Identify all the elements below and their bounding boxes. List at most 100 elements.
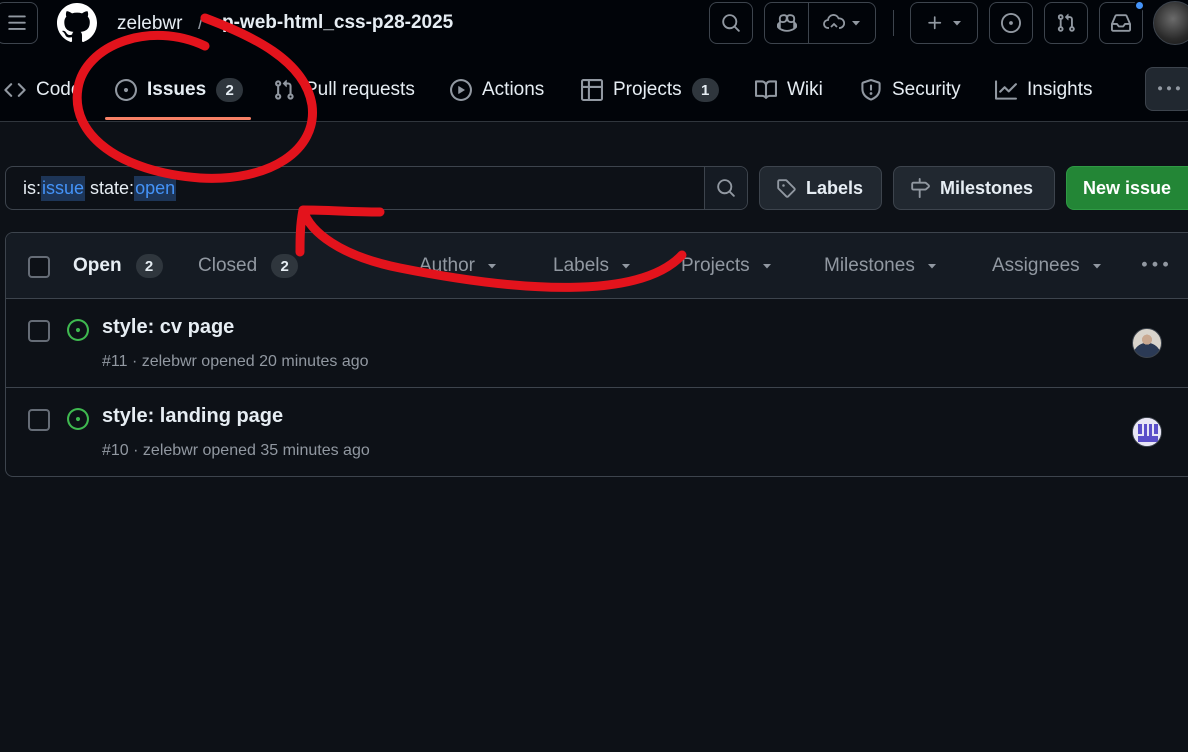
open-label: Open	[73, 255, 122, 276]
global-search-button[interactable]	[709, 2, 753, 44]
assignee-avatar[interactable]	[1132, 417, 1162, 447]
open-issues-filter[interactable]: Open 2	[73, 254, 163, 278]
button-label: Milestones	[940, 177, 1034, 198]
labels-filter[interactable]: Labels	[553, 255, 631, 277]
kebab-horizontal-icon	[1142, 261, 1168, 267]
tab-projects[interactable]: Projects 1	[581, 70, 719, 110]
repo-header: zelebwr / p-web-html_css-p28-2025 Code I…	[0, 0, 1188, 122]
tab-label: Actions	[482, 79, 545, 100]
issue-checkbox[interactable]	[28, 409, 50, 431]
projects-counter: 1	[691, 78, 719, 102]
filter-label: Projects	[681, 255, 750, 276]
open-count: 2	[135, 254, 163, 278]
issues-search-input[interactable]: is: issue state: open	[5, 166, 748, 210]
chevron-down-icon	[927, 264, 936, 269]
closed-issues-filter[interactable]: Closed 2	[198, 254, 299, 278]
labels-button[interactable]: Labels	[759, 166, 882, 210]
tab-label: Code	[36, 79, 82, 100]
tab-wiki[interactable]: Wiki	[755, 70, 823, 110]
milestones-filter[interactable]: Milestones	[824, 255, 937, 277]
tab-security[interactable]: Security	[860, 70, 961, 110]
unread-indicator	[1134, 0, 1145, 11]
git-pull-request-icon	[275, 79, 294, 100]
assignee-avatar[interactable]	[1132, 328, 1162, 358]
query-qualifier: state:	[85, 177, 135, 198]
menu-button[interactable]	[0, 2, 38, 44]
copilot-menu-button[interactable]	[809, 3, 875, 43]
new-issue-button[interactable]: New issue	[1066, 166, 1188, 210]
more-tabs-button[interactable]	[1145, 67, 1188, 111]
tab-label: Insights	[1027, 79, 1093, 100]
closed-label: Closed	[198, 255, 258, 276]
query-value: issue	[41, 175, 86, 201]
table-icon	[581, 79, 603, 101]
tab-insights[interactable]: Insights	[995, 70, 1092, 110]
issue-opened-icon	[1001, 13, 1021, 33]
issue-opened-icon	[115, 79, 137, 101]
kebab-horizontal-icon	[1158, 86, 1180, 91]
author-filter[interactable]: Author	[419, 255, 497, 277]
assignees-filter[interactable]: Assignees	[992, 255, 1102, 277]
copilot-button[interactable]	[765, 3, 809, 43]
tab-label: Wiki	[787, 79, 823, 100]
issues-counter: 2	[216, 78, 244, 102]
graph-icon	[995, 80, 1017, 100]
milestone-icon	[911, 178, 930, 198]
your-issues-button[interactable]	[989, 2, 1033, 44]
filter-label: Assignees	[992, 255, 1080, 276]
closed-count: 2	[271, 254, 299, 278]
copilot-icon	[776, 14, 797, 32]
play-icon	[450, 79, 472, 101]
search-submit-button[interactable]	[704, 167, 747, 209]
issue-title-link[interactable]: style: cv page	[102, 316, 234, 339]
query-value: open	[134, 175, 177, 201]
issues-list-header: Open 2 Closed 2 Author Labels Projects M…	[6, 233, 1188, 299]
select-all-checkbox[interactable]	[28, 256, 50, 278]
filter-label: Author	[419, 255, 475, 276]
cloud-icon	[823, 14, 845, 29]
chevron-down-icon	[762, 264, 771, 269]
filter-label: Labels	[553, 255, 609, 276]
search-query[interactable]: is: issue state: open	[6, 167, 704, 209]
search-icon	[717, 179, 735, 197]
create-new-button[interactable]	[910, 2, 978, 44]
repo-name-link[interactable]: p-web-html_css-p28-2025	[222, 12, 453, 34]
list-options-button[interactable]	[1142, 252, 1168, 278]
plus-icon	[928, 16, 942, 30]
your-pull-requests-button[interactable]	[1044, 2, 1088, 44]
tab-issues[interactable]: Issues 2	[115, 70, 244, 110]
issue-row[interactable]: style: cv page #11 · zelebwr opened 20 m…	[6, 299, 1188, 388]
github-logo-icon[interactable]	[57, 3, 97, 43]
chevron-down-icon	[487, 264, 496, 269]
copilot-button-group	[764, 2, 876, 44]
issues-list: Open 2 Closed 2 Author Labels Projects M…	[5, 232, 1188, 477]
query-qualifier: is:	[23, 177, 41, 198]
hamburger-icon	[8, 15, 26, 30]
chevron-down-icon	[852, 21, 860, 26]
issue-checkbox[interactable]	[28, 320, 50, 342]
tab-code[interactable]: Code	[4, 70, 81, 110]
code-icon	[4, 83, 26, 97]
chevron-down-icon	[953, 21, 961, 26]
search-icon	[722, 14, 740, 32]
git-pull-request-icon	[1057, 13, 1075, 32]
projects-filter[interactable]: Projects	[681, 255, 772, 277]
issue-meta: #10 · zelebwr opened 35 minutes ago	[102, 442, 370, 459]
tag-icon	[777, 179, 796, 198]
issue-meta: #11 · zelebwr opened 20 minutes ago	[102, 353, 369, 370]
milestones-button[interactable]: Milestones	[893, 166, 1055, 210]
inbox-icon	[1111, 14, 1131, 32]
tab-actions[interactable]: Actions	[450, 70, 544, 110]
header-divider	[893, 10, 894, 36]
tab-label: Security	[892, 79, 961, 100]
repo-owner-link[interactable]: zelebwr	[117, 13, 182, 35]
issue-title-link[interactable]: style: landing page	[102, 405, 283, 428]
user-avatar[interactable]	[1153, 1, 1188, 45]
issue-open-icon	[67, 408, 89, 430]
button-label: Labels	[806, 177, 864, 198]
tab-label: Issues	[147, 79, 207, 100]
tab-pull-requests[interactable]: Pull requests	[273, 70, 415, 110]
book-icon	[755, 80, 777, 99]
issue-row[interactable]: style: landing page #10 · zelebwr opened…	[6, 388, 1188, 476]
selected-tab-indicator	[105, 117, 251, 120]
